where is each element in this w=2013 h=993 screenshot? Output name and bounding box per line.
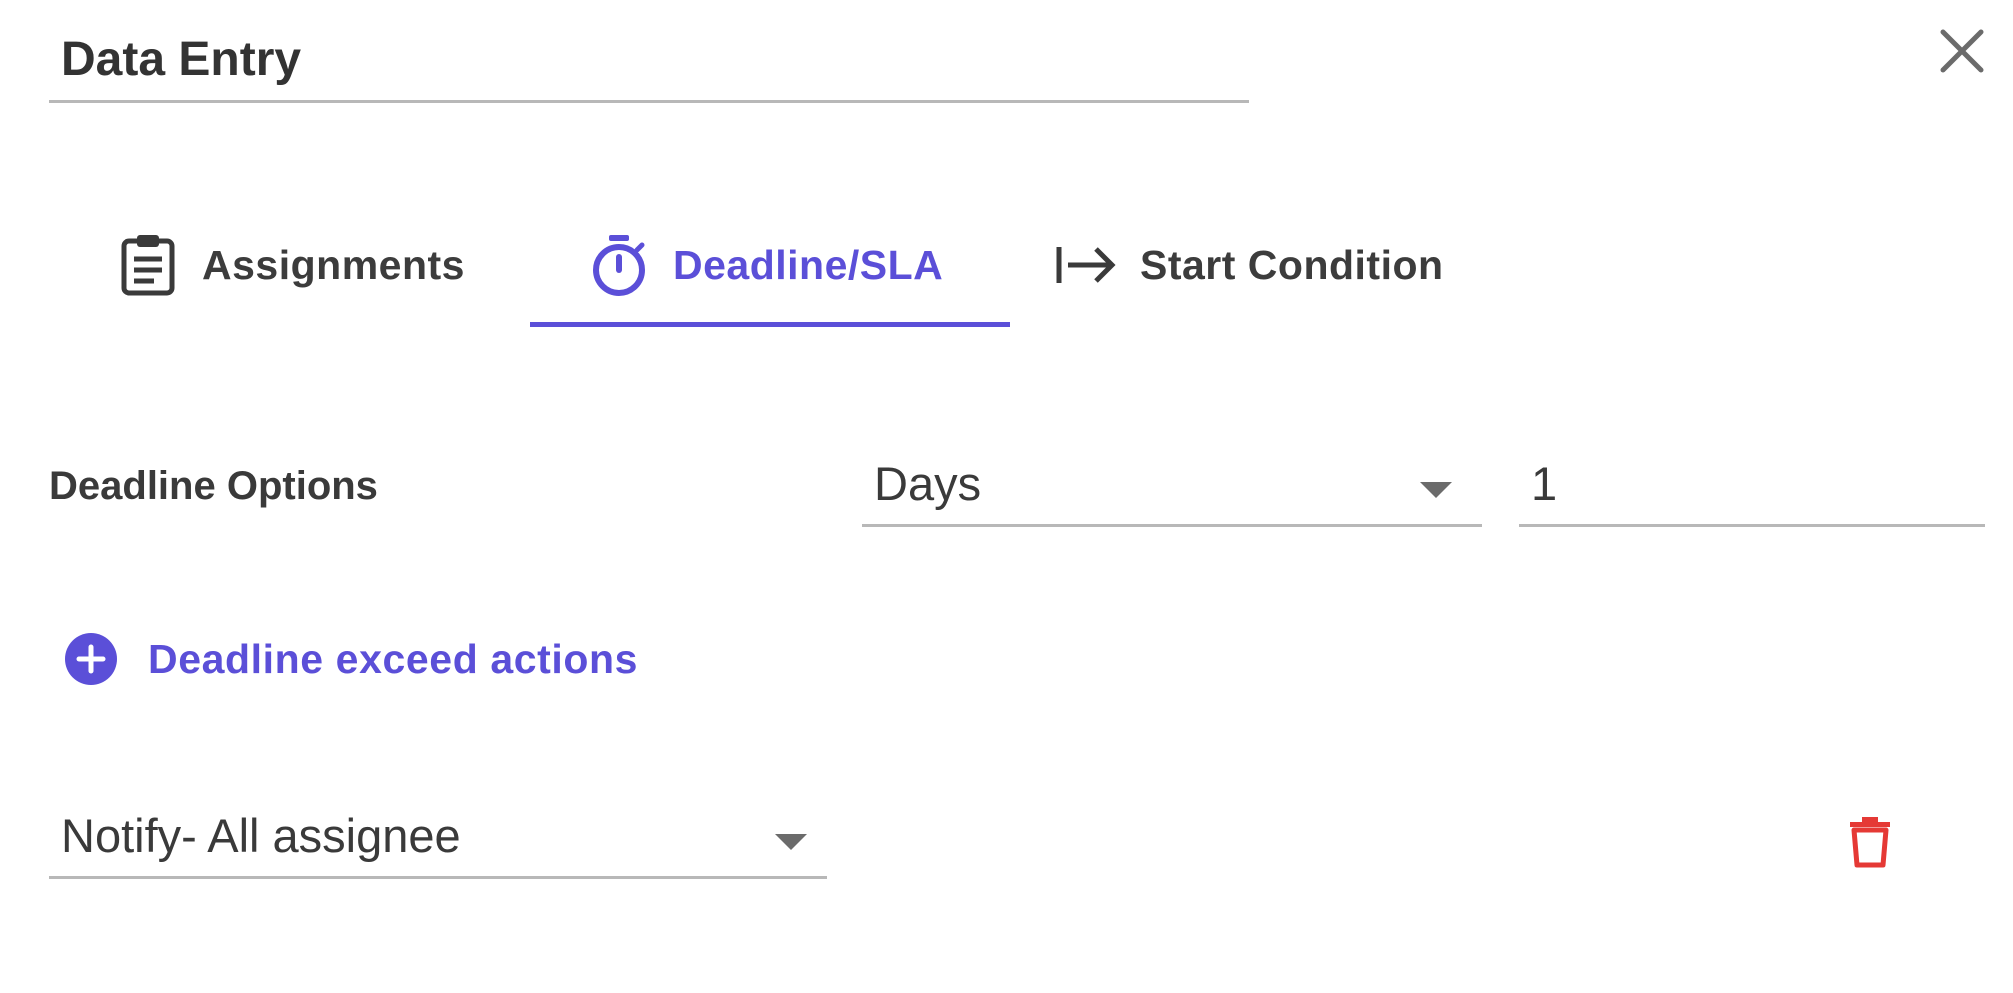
chevron-down-icon bbox=[1420, 482, 1452, 498]
deadline-options-label: Deadline Options bbox=[49, 464, 378, 508]
tab-assignments[interactable]: Assignments bbox=[116, 200, 465, 330]
arrow-right-to-line-icon bbox=[1054, 233, 1118, 297]
deadline-unit-value: Days bbox=[874, 457, 982, 510]
delete-action-button[interactable] bbox=[1848, 816, 1892, 868]
add-action-label: Deadline exceed actions bbox=[148, 635, 639, 682]
tab-deadline-sla[interactable]: Deadline/SLA bbox=[529, 200, 1009, 330]
task-settings-panel: Data Entry Assignments Deadline/SLA Star… bbox=[0, 0, 2013, 993]
chevron-down-icon bbox=[775, 834, 807, 850]
tab-label: Deadline/SLA bbox=[673, 241, 944, 288]
close-icon bbox=[1940, 29, 1984, 73]
task-title-field[interactable]: Data Entry bbox=[49, 22, 1249, 103]
close-button[interactable] bbox=[1935, 24, 1989, 78]
timer-icon bbox=[587, 233, 651, 297]
tab-start-condition[interactable]: Start Condition bbox=[1054, 200, 1444, 330]
active-tab-indicator bbox=[530, 322, 1010, 327]
tab-label: Assignments bbox=[202, 241, 465, 288]
exceed-action-value: Notify- All assignee bbox=[61, 809, 461, 862]
exceed-action-select[interactable]: Notify- All assignee bbox=[49, 800, 827, 879]
clipboard-icon bbox=[116, 233, 180, 297]
trash-icon bbox=[1850, 817, 1890, 868]
deadline-unit-select[interactable]: Days bbox=[862, 448, 1482, 527]
deadline-amount-input[interactable]: 1 bbox=[1519, 448, 1985, 527]
task-title: Data Entry bbox=[61, 33, 302, 86]
plus-circle-icon bbox=[65, 633, 117, 685]
tab-label: Start Condition bbox=[1140, 241, 1444, 288]
tab-bar: Assignments Deadline/SLA Start Condition bbox=[49, 200, 1549, 330]
deadline-amount-value: 1 bbox=[1531, 457, 1558, 510]
add-deadline-exceed-action-button[interactable]: Deadline exceed actions bbox=[64, 632, 638, 686]
